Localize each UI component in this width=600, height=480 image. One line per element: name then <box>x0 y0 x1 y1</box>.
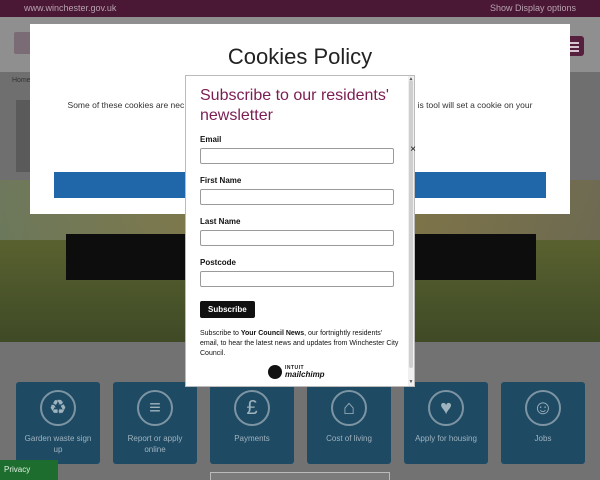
house-pound-icon: ⌂ <box>331 390 367 426</box>
newsletter-title: Subscribe to our residents' newsletter <box>200 87 389 124</box>
tile-label: Cost of living <box>326 434 372 443</box>
last-name-label: Last Name <box>200 217 241 226</box>
postcode-field[interactable] <box>200 271 394 287</box>
search-box[interactable] <box>210 472 390 480</box>
tile-payments[interactable]: £ Payments <box>210 382 294 464</box>
privacy-settings-button[interactable]: Privacy settings <box>0 460 58 480</box>
tile-label: Report or apply online <box>127 434 183 454</box>
garden-waste-icon: ♻ <box>40 390 76 426</box>
last-name-field[interactable] <box>200 230 394 246</box>
email-label: Email <box>200 135 222 144</box>
cookies-title: Cookies Policy <box>227 44 373 69</box>
tile-label: Garden waste sign up <box>24 434 92 454</box>
breadcrumb[interactable]: Home <box>12 77 31 84</box>
tile-label: Jobs <box>534 434 552 443</box>
scroll-down-icon[interactable]: ▼ <box>408 379 414 385</box>
close-icon[interactable]: × <box>408 145 418 155</box>
tile-label: Apply for housing <box>415 434 477 443</box>
first-name-field[interactable] <box>200 189 394 205</box>
postcode-label: Postcode <box>200 258 237 267</box>
house-heart-icon: ♥ <box>428 390 464 426</box>
modal-scrollbar[interactable]: ▲ ▼ <box>408 76 414 386</box>
top-utility-bar: www.winchester.gov.uk Show Display optio… <box>0 0 600 17</box>
tile-label: Payments <box>234 434 270 443</box>
tile-garden-waste[interactable]: ♻ Garden waste sign up <box>16 382 100 464</box>
form-icon: ≡ <box>137 390 173 426</box>
tile-jobs[interactable]: ☺ Jobs <box>501 382 585 464</box>
mailchimp-icon <box>268 365 282 379</box>
subscribe-button[interactable]: Subscribe <box>200 301 255 318</box>
newsletter-modal: Subscribe to our residents' newsletter E… <box>185 75 418 387</box>
service-tiles: ♻ Garden waste sign up ≡ Report or apply… <box>16 382 586 464</box>
site-url-link[interactable]: www.winchester.gov.uk <box>24 3 116 13</box>
pound-icon: £ <box>234 390 270 426</box>
people-icon: ☺ <box>525 390 561 426</box>
first-name-label: First Name <box>200 176 242 185</box>
scrollbar-thumb[interactable] <box>409 80 413 368</box>
tile-apply-housing[interactable]: ♥ Apply for housing <box>404 382 488 464</box>
display-options-link[interactable]: Show Display options <box>490 3 576 13</box>
newsletter-form: Subscribe to our residents' newsletter E… <box>186 76 410 386</box>
tile-cost-of-living[interactable]: ⌂ Cost of living <box>307 382 391 464</box>
tile-report-apply[interactable]: ≡ Report or apply online <box>113 382 197 464</box>
newsletter-description: Subscribe to Your Council News, our fort… <box>200 330 399 357</box>
email-field[interactable] <box>200 148 394 164</box>
